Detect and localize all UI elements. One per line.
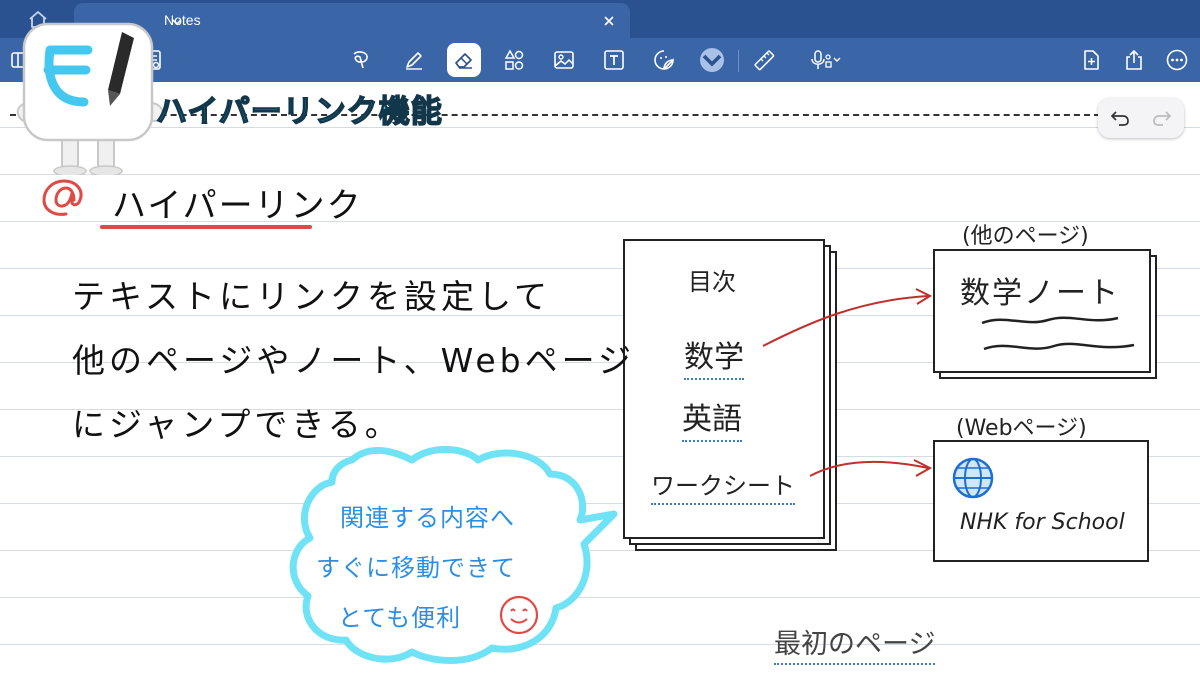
heading-underline [100, 225, 312, 229]
bubble-line-2: すぐに移動できて [316, 554, 516, 582]
other-page-title: 数学ノート [960, 276, 1120, 311]
ruler-icon[interactable] [747, 43, 781, 77]
eraser-icon[interactable] [447, 43, 481, 77]
other-page-caption: (他のページ) [962, 224, 1089, 249]
toc-title: 目次 [688, 268, 736, 296]
shapes-icon[interactable] [497, 43, 531, 77]
heading: ハイパーリンク [112, 186, 363, 226]
close-icon[interactable] [602, 13, 616, 27]
section-title: ハイパーリンク機能 [155, 93, 443, 131]
toc-link-english[interactable]: 英語 [682, 394, 742, 442]
share-icon[interactable] [1117, 43, 1151, 77]
redo-icon[interactable] [1150, 106, 1174, 130]
more-tools-icon[interactable] [695, 43, 729, 77]
microphone-icon[interactable] [803, 43, 849, 77]
body-line-3: にジャンプできる。 [72, 405, 402, 444]
body-line-1: テキストにリンクを設定して [72, 277, 552, 316]
toolbar [0, 38, 1200, 82]
toc-link-worksheet[interactable]: ワークシート [651, 466, 795, 505]
first-page-link[interactable]: 最初のページ [774, 622, 936, 665]
body-line-2: 他のページやノート、Webページ [72, 341, 635, 380]
chevron-down-icon[interactable] [171, 13, 183, 26]
toolbar-divider [738, 50, 739, 72]
undo-icon[interactable] [1108, 106, 1132, 130]
undo-redo-panel [1098, 98, 1184, 138]
more-options-icon[interactable] [1160, 43, 1194, 77]
add-page-icon[interactable] [1074, 43, 1108, 77]
note-page[interactable]: ハイパーリンク機能 ハイパーリンク テキストにリンクを設定して 他のページやノー… [0, 22, 1200, 675]
web-page-caption: (Webページ) [956, 416, 1087, 441]
smiley-icon [499, 595, 539, 635]
bubble-line-1: 関連する内容へ [340, 504, 515, 532]
image-icon[interactable] [547, 43, 581, 77]
bubble-line-3: とても便利 [338, 604, 462, 632]
notes-app: Notes ハイパーリンク機能 ハイパーリンク テキストにリンクを設定して 他の… [0, 0, 1200, 675]
sticker-icon[interactable] [647, 43, 681, 77]
at-sign-icon [42, 179, 83, 216]
toc-link-math[interactable]: 数学 [684, 332, 744, 380]
pen-icon[interactable] [397, 43, 431, 77]
web-page-title: NHK for School [960, 510, 1125, 535]
tab-bar: Notes [0, 0, 1200, 38]
lasso-icon[interactable] [344, 43, 378, 77]
textbox-icon[interactable] [597, 43, 631, 77]
mascot-character-icon [16, 22, 164, 175]
globe-icon [952, 457, 994, 499]
